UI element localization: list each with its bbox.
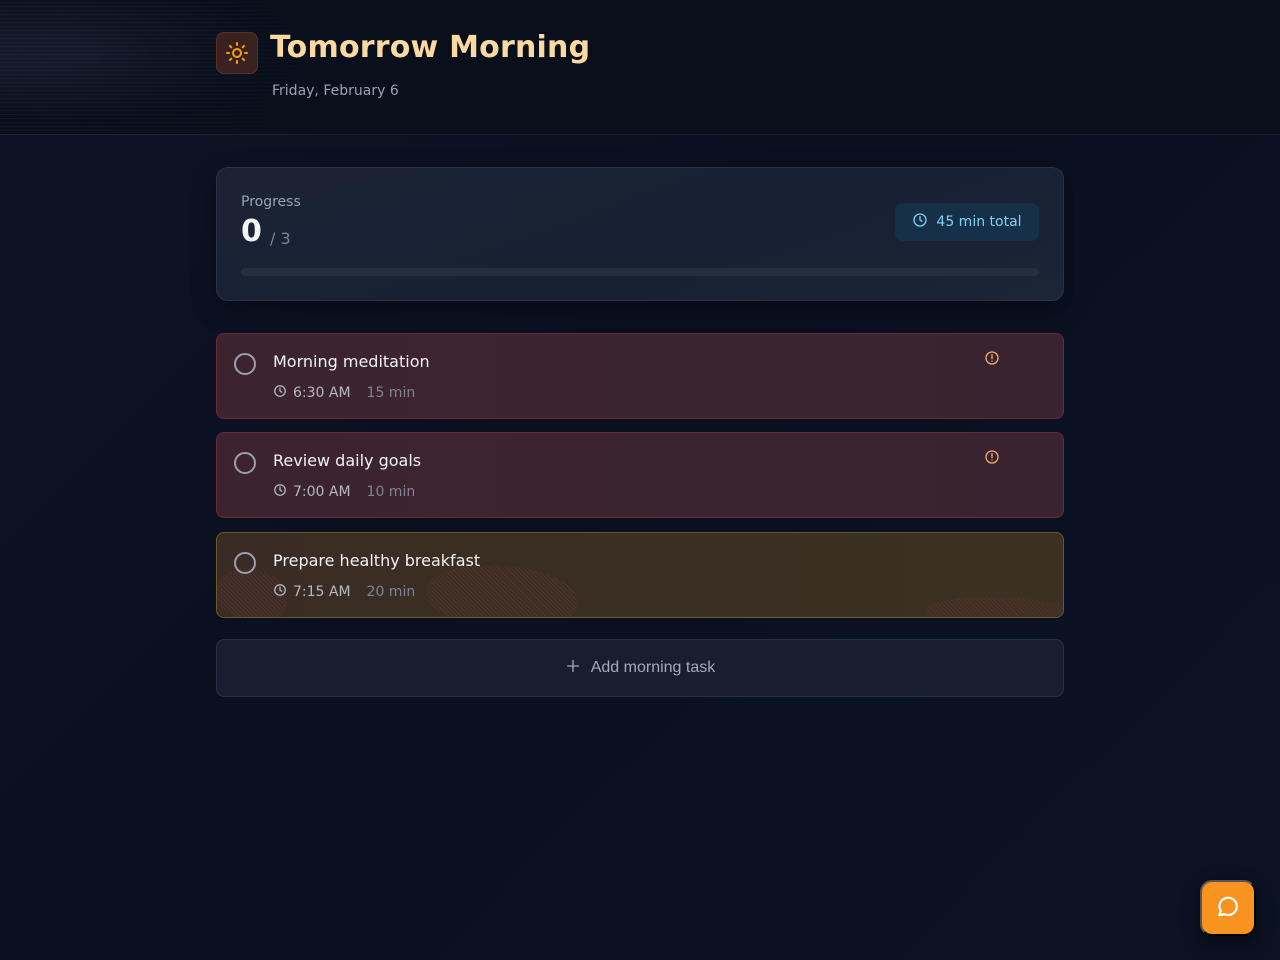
progress-bar: [241, 268, 1039, 276]
task-time: 7:15 AM: [293, 584, 351, 600]
task-time: 6:30 AM: [293, 385, 351, 401]
progress-completed-count: 0: [241, 214, 262, 249]
task-checkbox[interactable]: [234, 353, 256, 375]
task-meta: 7:15 AM 20 min: [273, 583, 415, 601]
task-title: Morning meditation: [273, 352, 430, 371]
header-texture: [0, 0, 360, 135]
total-time-text: 45 min total: [936, 214, 1022, 230]
task-checkbox[interactable]: [234, 452, 256, 474]
progress-label: Progress: [241, 194, 301, 210]
clock-icon: [912, 212, 928, 232]
page-title: Tomorrow Morning: [270, 30, 591, 65]
task-item[interactable]: Prepare healthy breakfast 7:15 AM 20 min: [216, 532, 1064, 618]
page-date: Friday, February 6: [272, 83, 399, 99]
plus-icon: [565, 658, 581, 679]
task-item[interactable]: Review daily goals 7:00 AM 10 min: [216, 432, 1064, 518]
total-time-badge: 45 min total: [895, 203, 1039, 241]
page-header: Tomorrow Morning Friday, February 6: [0, 0, 1280, 135]
progress-total-count: / 3: [270, 229, 291, 248]
app-root: Tomorrow Morning Friday, February 6 Prog…: [0, 0, 1280, 960]
chat-fab-button[interactable]: [1200, 880, 1256, 936]
task-duration: 15 min: [366, 385, 416, 401]
task-meta: 7:00 AM 10 min: [273, 483, 415, 501]
chat-bubble-icon: [1215, 894, 1241, 923]
task-item[interactable]: Morning meditation 6:30 AM 15 min: [216, 333, 1064, 419]
add-morning-task-button[interactable]: Add morning task: [216, 639, 1064, 697]
alert-circle-icon: [984, 350, 1000, 366]
add-task-label: Add morning task: [590, 659, 716, 676]
card-texture: [427, 565, 577, 617]
sun-icon: [216, 32, 258, 74]
task-title: Prepare healthy breakfast: [273, 551, 481, 570]
alert-circle-icon: [984, 449, 1000, 465]
task-duration: 20 min: [366, 584, 416, 600]
clock-icon: [273, 583, 287, 601]
card-texture: [927, 597, 1063, 617]
task-title: Review daily goals: [273, 451, 422, 470]
task-meta: 6:30 AM 15 min: [273, 384, 415, 402]
clock-icon: [273, 483, 287, 501]
task-duration: 10 min: [366, 484, 416, 500]
task-time: 7:00 AM: [293, 484, 351, 500]
task-checkbox[interactable]: [234, 552, 256, 574]
progress-card: Progress 0 / 3 45 min total: [216, 167, 1064, 301]
clock-icon: [273, 384, 287, 402]
